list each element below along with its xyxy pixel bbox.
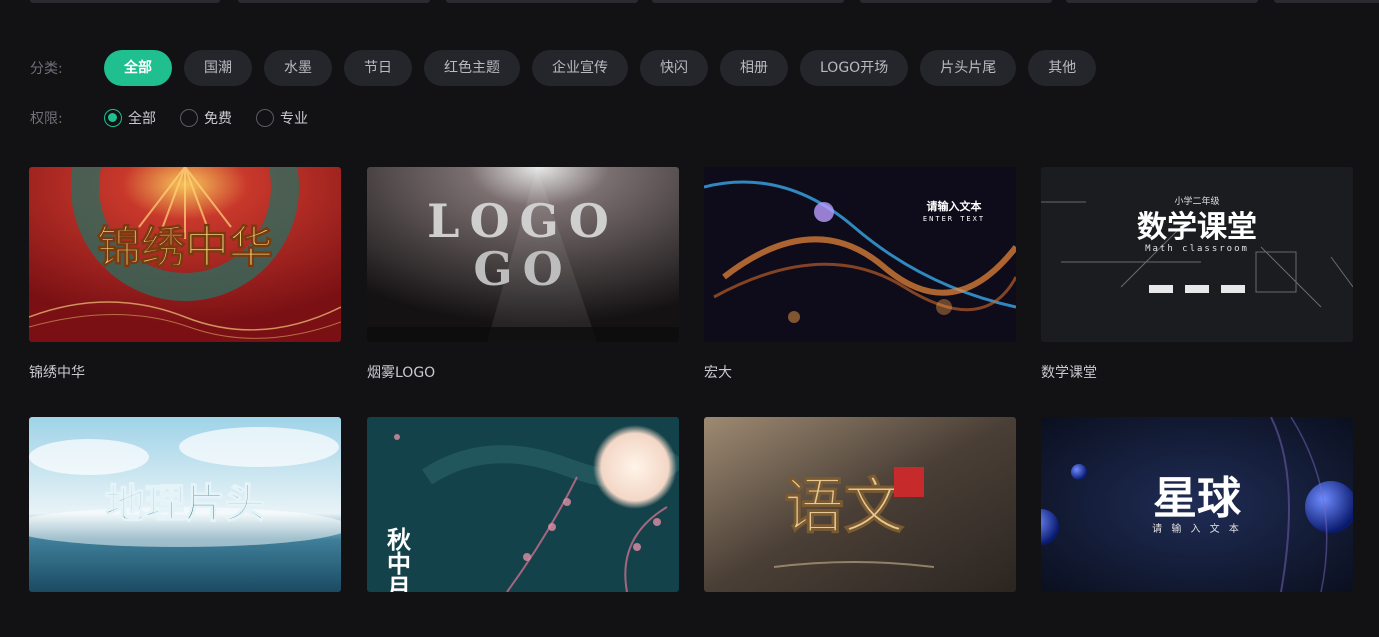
permission-radio-label: 专业 — [280, 111, 308, 127]
template-thumbnail[interactable]: LOGO GO — [367, 167, 679, 342]
thumb-text: 地理片头 — [105, 481, 265, 527]
radio-unchecked-icon — [180, 109, 198, 127]
category-chip-other[interactable]: 其他 — [1028, 50, 1097, 86]
thumb-text: 秋中月 — [383, 527, 412, 592]
permission-filter-row: 权限: 全部 免费 专业 — [30, 108, 332, 128]
template-card[interactable]: 秋中月 — [367, 417, 679, 630]
category-chip-festival[interactable]: 节日 — [344, 50, 412, 86]
thumb-text: 星球 — [1153, 473, 1242, 524]
thumb-text: 语文 — [784, 472, 904, 542]
template-thumbnail[interactable]: 小学二年级 数学课堂 Math classroom — [1041, 167, 1353, 342]
top-tab-1[interactable] — [30, 0, 220, 3]
top-tab-4[interactable] — [652, 0, 844, 3]
template-thumbnail[interactable]: 语文 — [704, 417, 1016, 592]
template-thumbnail[interactable]: 地理片头 — [29, 417, 341, 592]
permission-radio-pro[interactable]: 专业 — [256, 108, 308, 128]
thumb-text: 请输入文本 — [927, 199, 982, 213]
svg-text:ENTER TEXT: ENTER TEXT — [923, 215, 985, 223]
top-tab-3[interactable] — [446, 0, 638, 3]
permission-radio-label: 免费 — [204, 111, 232, 127]
top-tab-5[interactable] — [860, 0, 1052, 3]
template-card[interactable]: 地理片头 — [29, 417, 341, 630]
svg-text:请 输 入 文 本: 请 输 入 文 本 — [1152, 522, 1242, 535]
thumb-text: 数学课堂 — [1137, 210, 1257, 245]
template-card[interactable]: 锦绣中华 锦绣中华 — [29, 167, 341, 381]
template-title: 宏大 — [704, 365, 732, 381]
category-chip-flash[interactable]: 快闪 — [640, 50, 708, 86]
top-tab-6[interactable] — [1066, 0, 1258, 3]
template-thumbnail[interactable]: 锦绣中华 — [29, 167, 341, 342]
category-filter-row: 分类: 全部 国潮 水墨 节日 红色主题 企业宣传 快闪 相册 LOGO开场 片… — [30, 50, 1108, 86]
category-chip-guochao[interactable]: 国潮 — [184, 50, 252, 86]
radio-checked-icon — [104, 109, 122, 127]
radio-unchecked-icon — [256, 109, 274, 127]
template-title — [704, 612, 1016, 630]
category-label: 分类: — [30, 61, 63, 77]
template-thumbnail[interactable]: 请输入文本 ENTER TEXT — [704, 167, 1016, 342]
template-title — [1041, 612, 1353, 630]
permission-radio-label: 全部 — [128, 111, 156, 127]
template-title — [29, 612, 341, 630]
template-thumbnail[interactable]: 星球 请 输 入 文 本 — [1041, 417, 1353, 592]
category-chip-intro-outro[interactable]: 片头片尾 — [920, 50, 1017, 86]
template-card[interactable]: 星球 请 输 入 文 本 — [1041, 417, 1353, 630]
svg-text:GO: GO — [473, 242, 572, 296]
top-tab-7[interactable] — [1274, 0, 1379, 3]
permission-radio-free[interactable]: 免费 — [180, 108, 232, 128]
template-thumbnail[interactable]: 秋中月 — [367, 417, 679, 592]
category-chip-corporate[interactable]: 企业宣传 — [532, 50, 628, 86]
top-tab-strip — [0, 0, 1379, 6]
category-chip-album[interactable]: 相册 — [720, 50, 788, 86]
category-chip-ink[interactable]: 水墨 — [264, 50, 332, 86]
template-title: 烟雾LOGO — [367, 365, 436, 381]
category-chip-red-theme[interactable]: 红色主题 — [424, 50, 520, 86]
top-tab-2[interactable] — [238, 0, 430, 3]
template-title: 数学课堂 — [1041, 365, 1097, 381]
thumb-text: 锦绣中华 — [97, 222, 273, 273]
template-title: 锦绣中华 — [29, 365, 85, 381]
svg-text:Math classroom: Math classroom — [1145, 244, 1249, 254]
template-title — [367, 612, 679, 630]
thumb-text: LOGO — [427, 194, 619, 248]
category-chip-logo-intro[interactable]: LOGO开场 — [800, 50, 909, 86]
template-card[interactable]: LOGO GO 烟雾LOGO — [367, 167, 679, 381]
svg-text:小学二年级: 小学二年级 — [1174, 195, 1219, 207]
permission-label: 权限: — [30, 111, 63, 127]
template-card[interactable]: 语文 — [704, 417, 1016, 630]
permission-radio-all[interactable]: 全部 — [104, 108, 156, 128]
template-card[interactable]: 请输入文本 ENTER TEXT 宏大 — [704, 167, 1016, 381]
template-card[interactable]: 小学二年级 数学课堂 Math classroom 数学课堂 — [1041, 167, 1353, 381]
category-chip-all[interactable]: 全部 — [104, 50, 172, 86]
